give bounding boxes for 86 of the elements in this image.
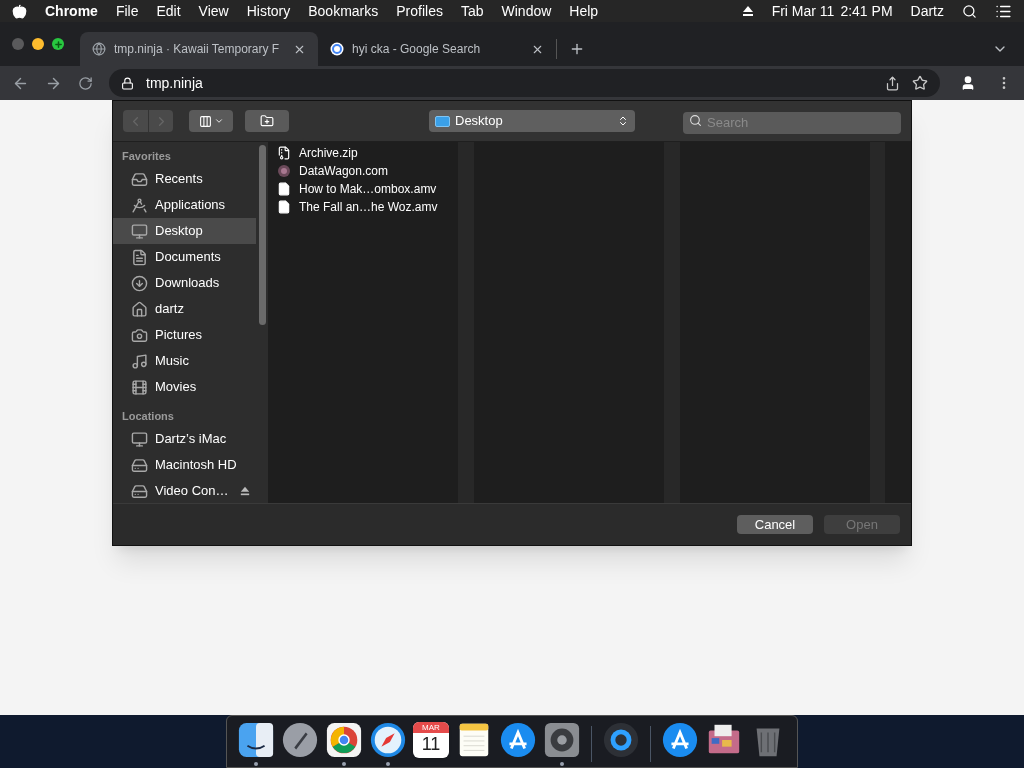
reload-icon[interactable]	[78, 75, 93, 91]
sidebar-heading: Locations	[121, 410, 175, 423]
sidebar-item[interactable]: Video Con…	[113, 478, 256, 504]
app-store-icon[interactable]	[499, 721, 537, 759]
sidebar-item[interactable]: Documents	[113, 244, 256, 270]
menu-item[interactable]: Window	[501, 0, 552, 22]
new-folder-button[interactable]	[245, 110, 289, 132]
globe-icon	[92, 42, 106, 56]
finder-entry[interactable]: DataWagon.com	[268, 162, 458, 180]
calendar-month: MAR	[413, 722, 449, 733]
gear-icon[interactable]	[543, 721, 581, 759]
search-icon	[689, 114, 702, 127]
tab-title: hyi cka - Google Search	[352, 41, 482, 58]
tab-title: tmp.ninja · Kawaii Temporary F	[114, 41, 281, 58]
sidebar-item[interactable]: Desktop	[113, 218, 256, 244]
app-menu[interactable]: Chrome	[45, 0, 98, 22]
drive-icon	[131, 482, 148, 500]
view-button[interactable]	[189, 110, 233, 132]
document-icon	[277, 182, 291, 196]
sidebar-item[interactable]: Movies	[113, 374, 256, 400]
zoom-window-button[interactable]	[52, 38, 64, 50]
lock-icon	[121, 76, 134, 90]
finder-icon[interactable]	[237, 721, 275, 759]
document-icon	[277, 200, 291, 214]
share-icon[interactable]	[885, 75, 900, 91]
menu-date[interactable]: Fri Mar 11	[771, 0, 835, 22]
star-icon[interactable]	[912, 75, 928, 91]
google-icon	[330, 42, 344, 56]
menu-item[interactable]: Tab	[460, 0, 484, 22]
menu-item[interactable]: Edit	[156, 0, 181, 22]
sidebar-item[interactable]: Applications	[113, 192, 256, 218]
menu-item[interactable]: Bookmarks	[308, 0, 379, 22]
user-name[interactable]: Dartz	[910, 0, 944, 22]
sidebar-heading: Favorites	[121, 150, 172, 163]
sidebar-item[interactable]: Pictures	[113, 322, 256, 348]
apple-icon[interactable]	[12, 3, 27, 19]
tray-icon	[131, 170, 148, 188]
new-tab-icon[interactable]	[569, 41, 585, 57]
minimize-window-button[interactable]	[32, 38, 44, 50]
calendar-icon[interactable]: MAR 11	[413, 722, 449, 758]
address-bar[interactable]: tmp.ninja	[109, 69, 940, 97]
browser-tab[interactable]: hyi cka - Google Search	[318, 32, 556, 66]
menu-item[interactable]: Help	[569, 0, 599, 22]
house-icon	[131, 300, 148, 318]
film-icon	[131, 378, 148, 396]
compass-icon	[131, 196, 148, 214]
sidebar-item[interactable]: Recents	[113, 166, 256, 192]
url-text: tmp.ninja	[146, 73, 203, 93]
menu-item[interactable]: View	[198, 0, 229, 22]
up-down-chevron-icon	[617, 115, 629, 127]
chrome-icon[interactable]	[325, 721, 363, 759]
app-icon	[277, 164, 291, 178]
download-icon	[131, 274, 148, 292]
sidebar-item[interactable]: Macintosh HD	[113, 452, 256, 478]
app-store-icon[interactable]	[661, 721, 699, 759]
columns-icon	[198, 114, 212, 128]
menu-item[interactable]: Profiles	[396, 0, 443, 22]
menu-item[interactable]: File	[115, 0, 139, 22]
menu-item[interactable]: History	[246, 0, 291, 22]
finder-entry[interactable]: How to Mak…ombox.amv	[268, 180, 458, 198]
sidebar-item[interactable]: Dartz’s iMac	[113, 426, 256, 452]
display-icon	[131, 222, 148, 240]
music-note-icon	[131, 352, 148, 370]
scrollbar-thumb[interactable]	[258, 145, 266, 325]
eject-icon[interactable]	[240, 486, 250, 496]
folder-icon	[435, 115, 450, 127]
archive-icon	[277, 146, 291, 160]
search-icon[interactable]	[962, 3, 977, 19]
sidebar-item[interactable]: Downloads	[113, 270, 256, 296]
menu-time[interactable]: 2:41 PM	[840, 0, 893, 22]
finder-entry[interactable]: The Fall an…he Woz.amv	[268, 198, 458, 216]
browser-tab[interactable]: tmp.ninja · Kawaii Temporary F	[80, 32, 318, 66]
camera-icon	[131, 326, 148, 344]
chevron-down-icon	[213, 116, 224, 126]
dialog-button[interactable]: Cancel	[737, 515, 813, 534]
sidebar-item[interactable]: dartz	[113, 296, 256, 322]
location-dropdown[interactable]: Desktop	[429, 110, 635, 132]
finder-entry[interactable]: Archive.zip	[268, 144, 458, 162]
folder-plus-icon	[260, 114, 274, 128]
eject-icon[interactable]	[741, 5, 754, 17]
profile-icon[interactable]	[960, 75, 976, 91]
document-icon	[131, 248, 148, 266]
calendar-day: 11	[421, 733, 441, 755]
monitor-icon	[131, 430, 148, 448]
sidebar-item[interactable]: Music	[113, 348, 256, 374]
compass-icon[interactable]	[369, 721, 407, 759]
